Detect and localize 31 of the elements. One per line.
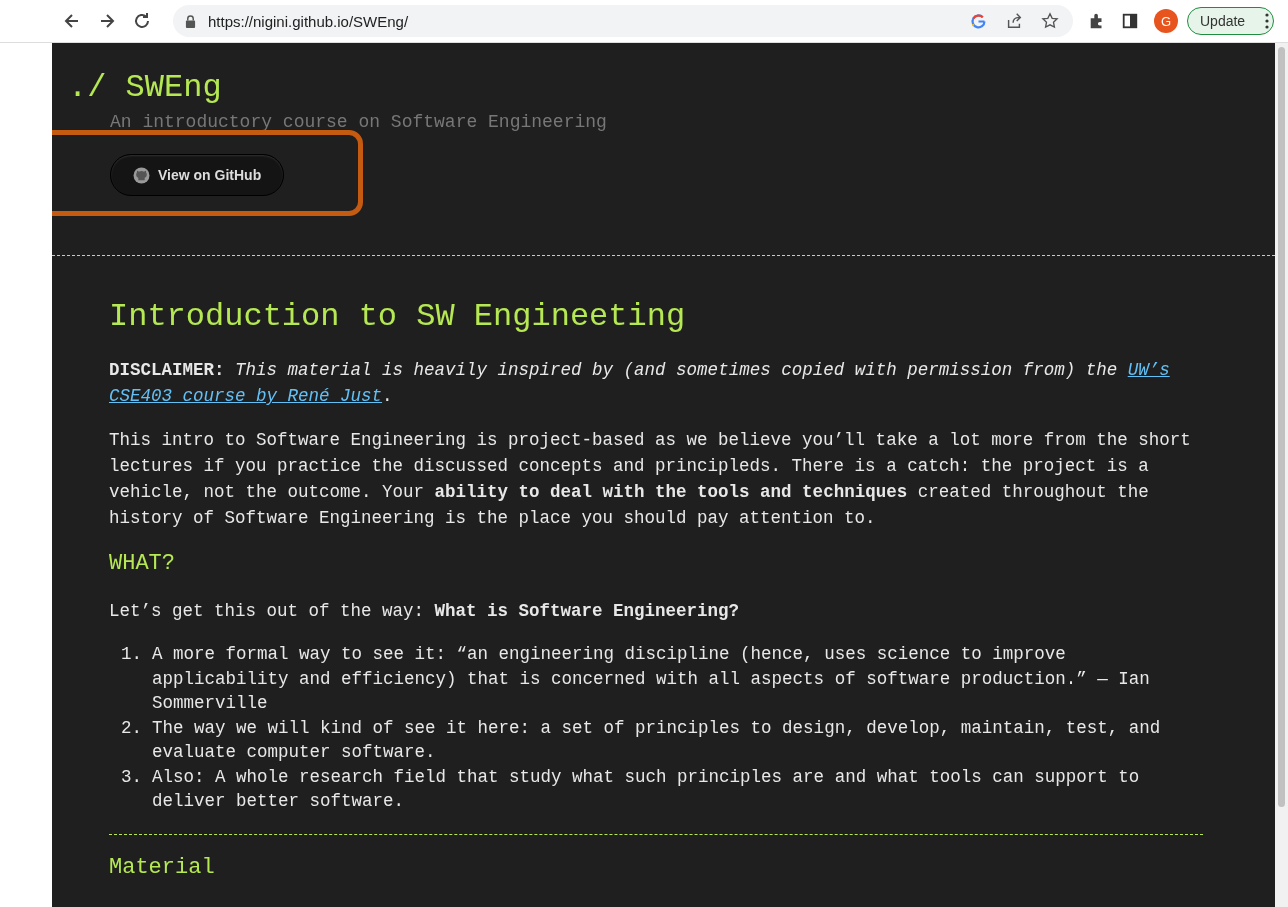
menu-icon[interactable] [1265,13,1270,29]
site-subtitle: An introductory course on Software Engineering [110,112,608,132]
list-number: 3. [121,765,142,789]
site-title: SWEng [125,69,222,106]
star-icon[interactable] [1041,12,1059,30]
list-number: 2. [121,716,142,740]
reload-icon[interactable] [132,11,152,31]
page-heading: Introduction to SW Engineeting [109,298,687,335]
list-item-text: A more formal way to see it: “an engineering discipline (hence, uses science to improve applicability and efficiency) that is concerned with all aspects of software production.” — Ian Sommerville [152,643,1151,715]
disclaimer-paragraph: DISCLAIMER: This material is heavily inspired by (and sometimes copied with permission from) the UW’s CSE403 course by René Just. [109,359,1171,408]
course-link[interactable]: CSE403 course by René Just [109,386,383,406]
section-heading: WHAT? [109,551,176,576]
course-link[interactable]: UW’s [1127,360,1170,380]
address-bar[interactable]: https://nigini.github.io/SWEng/ [173,5,1073,37]
github-button[interactable]: View on GitHub [110,154,285,196]
list-item-text: Also: A whole research field that study what such principles are and what tools can support to deliver better software. [152,765,1141,813]
share-icon[interactable] [1005,12,1023,30]
section-intro: Let’s get this out of the way: What is Software Engineering? [109,600,741,623]
intro-paragraph: This intro to Software Engineering is project-based as we believe you’ll take a lot more from the short lectures if you practice the discussed concepts and principleds. There is a catch: the project is a vehicle, not the outcome. Your ability to deal with the tools and techniques created throughout the history of Software Engineering is the place you should pay attention to. [109,429,1192,530]
update-button[interactable]: Update [1187,7,1275,35]
url-text: https://nigini.github.io/SWEng/ [208,12,409,30]
github-icon [133,166,150,184]
side-panel-icon[interactable] [1121,12,1139,30]
google-icon[interactable] [970,12,987,30]
list-number: 1. [121,643,142,666]
section-heading: Material [109,854,216,880]
scrollbar[interactable] [1275,43,1288,907]
list-item-text: The way we will kind of see it here: a set of principles to design, develop, maintain, test, and evaluate computer software. [152,716,1162,764]
prompt-symbol: ./ [68,69,107,106]
profile-avatar[interactable]: G [1154,9,1178,33]
lock-icon [185,14,196,28]
